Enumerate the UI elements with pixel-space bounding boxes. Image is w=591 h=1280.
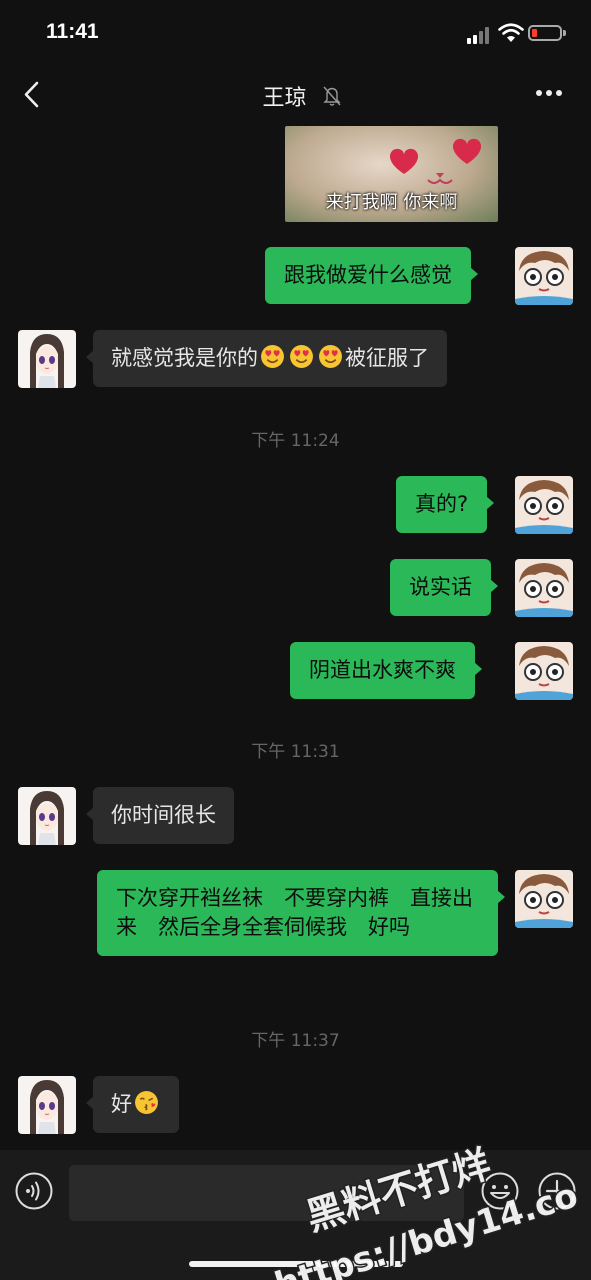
emoji-picker-icon[interactable]: [480, 1171, 520, 1211]
contact-avatar[interactable]: [18, 1076, 76, 1134]
incoming-message-bubble[interactable]: 你时间很长: [86, 787, 234, 844]
heart-eyes-emoji-icon: [319, 345, 342, 368]
contact-name: 王琼: [262, 86, 307, 111]
mute-bell-icon: [323, 86, 341, 106]
message-input[interactable]: [69, 1165, 464, 1221]
heart-eyes-emoji-icon: [261, 345, 284, 368]
message-text: 真的?: [415, 492, 469, 516]
incoming-message-bubble[interactable]: 就感觉我是你的 被征服了: [86, 330, 447, 387]
heart-eyes-emoji-icon: [290, 345, 313, 368]
chat-title: 王琼: [0, 80, 591, 112]
add-attachment-icon[interactable]: [537, 1171, 577, 1211]
message-text-before: 就感觉我是你的: [111, 346, 258, 370]
own-avatar[interactable]: [515, 559, 573, 617]
incoming-message-bubble[interactable]: 好: [86, 1076, 179, 1133]
home-indicator: [189, 1261, 403, 1267]
message-text-after: 被征服了: [345, 346, 429, 370]
heart-eye-right-icon: [452, 138, 482, 164]
input-bar: [0, 1150, 591, 1280]
outgoing-message-bubble[interactable]: 下次穿开裆丝袜 不要穿内裤 直接出来 然后全身全套伺候我 好吗: [97, 870, 505, 956]
battery-tip: [563, 30, 566, 36]
heart-eye-left-icon: [389, 148, 419, 174]
chat-header: 王琼: [0, 70, 591, 122]
timestamp: 下午 11:37: [251, 1031, 340, 1051]
wifi-icon: [498, 23, 524, 42]
status-time: 11:41: [46, 20, 99, 43]
own-avatar[interactable]: [515, 247, 573, 305]
message-text: 说实话: [409, 575, 472, 599]
battery-icon: [528, 25, 562, 41]
timestamp: 下午 11:24: [251, 431, 340, 451]
sticker-caption: 来打我啊 你来啊: [325, 192, 458, 213]
cellular-signal-icon: [467, 26, 493, 44]
outgoing-message-bubble[interactable]: 跟我做爱什么感觉: [265, 247, 478, 304]
status-bar: 11:41: [0, 0, 591, 70]
outgoing-message-bubble[interactable]: 阴道出水爽不爽: [290, 642, 482, 699]
voice-input-icon[interactable]: [14, 1171, 54, 1211]
outgoing-message-bubble[interactable]: 真的?: [396, 476, 495, 533]
own-avatar[interactable]: [515, 476, 573, 534]
contact-avatar[interactable]: [18, 330, 76, 388]
message-text: 阴道出水爽不爽: [309, 658, 456, 682]
timestamp: 下午 11:31: [251, 742, 340, 762]
message-text: 你时间很长: [111, 803, 216, 827]
message-text: 下次穿开裆丝袜 不要穿内裤 直接出来 然后全身全套伺候我 好吗: [116, 886, 473, 939]
contact-avatar[interactable]: [18, 787, 76, 845]
own-avatar[interactable]: [515, 642, 573, 700]
sticker-image-message[interactable]: 来打我啊 你来啊: [285, 126, 498, 222]
outgoing-message-bubble[interactable]: 说实话: [390, 559, 498, 616]
more-options-icon[interactable]: [536, 88, 566, 98]
message-text: 好: [111, 1092, 132, 1116]
kissing-emoji-icon: [135, 1091, 158, 1114]
own-avatar[interactable]: [515, 870, 573, 928]
message-text: 跟我做爱什么感觉: [284, 263, 452, 287]
